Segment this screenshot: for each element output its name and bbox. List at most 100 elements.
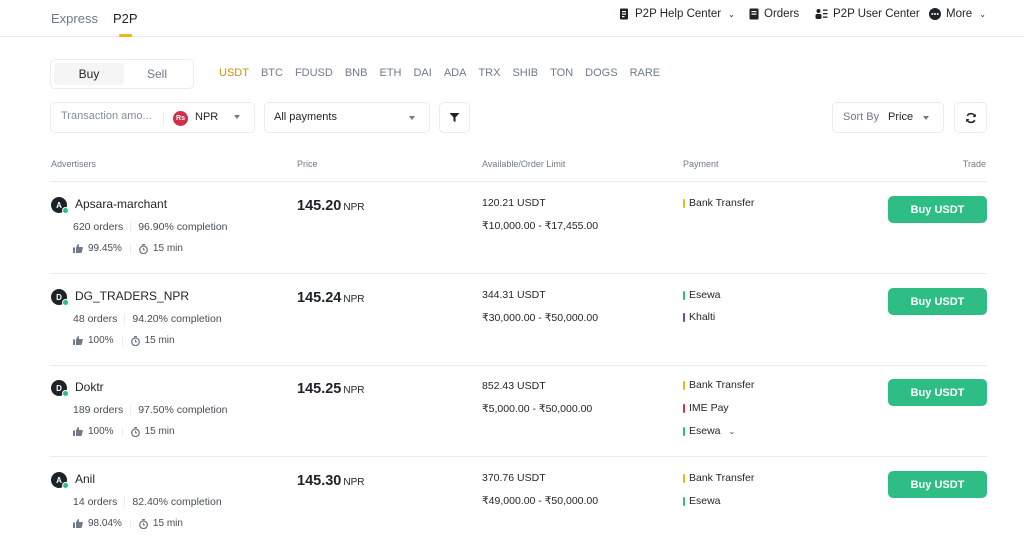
payment-filter[interactable]: All payments bbox=[264, 102, 430, 133]
refresh-button[interactable] bbox=[954, 102, 987, 133]
advertiser-meta: 99.45% 15 min bbox=[73, 243, 183, 254]
payment-method-label: Esewa bbox=[689, 495, 721, 507]
sell-button[interactable]: Sell bbox=[122, 63, 192, 85]
avg-release-time: 15 min bbox=[144, 335, 175, 346]
buy-usdt-button[interactable]: Buy USDT bbox=[888, 288, 987, 315]
completion-rate: 96.90% completion bbox=[138, 221, 228, 233]
buy-button[interactable]: Buy bbox=[54, 63, 124, 85]
timer-icon bbox=[130, 335, 140, 346]
payment-color-bar bbox=[683, 426, 685, 436]
advertiser-name[interactable]: Anil bbox=[75, 472, 95, 486]
coin-tab-eth[interactable]: ETH bbox=[379, 67, 401, 79]
order-limit: ₹5,000.00 - ₹50,000.00 bbox=[482, 403, 593, 415]
payment-color-bar bbox=[683, 496, 685, 506]
table-row: A Anil 14 orders 82.40% completion 98.04… bbox=[0, 457, 1024, 539]
price-value: 145.30 bbox=[297, 473, 342, 489]
advertiser-name[interactable]: Apsara-marchant bbox=[75, 197, 167, 211]
rating: 98.04% bbox=[88, 518, 122, 529]
coin-tab-shib[interactable]: SHIB bbox=[512, 67, 538, 79]
coin-tab-ada[interactable]: ADA bbox=[444, 67, 467, 79]
buy-usdt-button[interactable]: Buy USDT bbox=[888, 471, 987, 498]
coin-tab-ton[interactable]: TON bbox=[550, 67, 573, 79]
tab-express[interactable]: Express bbox=[51, 11, 98, 26]
coin-tab-trx[interactable]: TRX bbox=[478, 67, 500, 79]
active-tab-indicator bbox=[119, 34, 132, 37]
timer-icon bbox=[138, 518, 148, 529]
order-count: 14 orders bbox=[73, 496, 118, 508]
rating: 100% bbox=[88, 426, 114, 437]
thumbs-up-icon bbox=[73, 244, 83, 253]
thumbs-up-icon bbox=[73, 427, 83, 436]
payment-method-label: Bank Transfer bbox=[689, 379, 755, 391]
online-status-dot bbox=[62, 207, 69, 214]
divider bbox=[124, 314, 126, 324]
payment-color-bar bbox=[683, 290, 685, 300]
payment-color-bar bbox=[683, 473, 685, 483]
currency-select[interactable]: NPR bbox=[195, 111, 218, 123]
expand-payments-icon[interactable]: ⌄ bbox=[729, 427, 736, 436]
caret-down-icon[interactable] bbox=[234, 115, 240, 119]
available-amount: 344.31 USDT bbox=[482, 289, 546, 301]
buy-sell-toggle: Buy Sell bbox=[50, 59, 194, 89]
buy-usdt-button[interactable]: Buy USDT bbox=[888, 196, 987, 223]
filter-button[interactable] bbox=[439, 102, 470, 133]
top-nav: Express P2P P2P Help Center ⌄ Orders P2P… bbox=[0, 0, 1024, 37]
advertiser-meta: 100% 15 min bbox=[73, 335, 175, 346]
price-value: 145.25 bbox=[297, 381, 342, 397]
orders-link[interactable]: Orders bbox=[749, 8, 799, 20]
coin-tab-bnb[interactable]: BNB bbox=[345, 67, 368, 79]
sort-select[interactable]: Sort By Price bbox=[832, 102, 944, 133]
orders-icon bbox=[749, 8, 759, 20]
order-limit: ₹49,000.00 - ₹50,000.00 bbox=[482, 495, 599, 507]
avg-release-time: 15 min bbox=[144, 426, 175, 437]
header-advertisers: Advertisers bbox=[51, 159, 97, 169]
payment-method-label: Khalti bbox=[689, 311, 716, 323]
help-center-menu[interactable]: P2P Help Center ⌄ bbox=[619, 8, 735, 20]
price-currency: NPR bbox=[343, 477, 365, 488]
divider bbox=[129, 518, 131, 529]
chevron-down-icon: ⌄ bbox=[979, 9, 986, 19]
refresh-icon bbox=[965, 112, 976, 123]
payment-method: Bank Transfer bbox=[683, 379, 754, 391]
advertiser-meta: 98.04% 15 min bbox=[73, 518, 183, 529]
tab-p2p[interactable]: P2P bbox=[113, 11, 138, 26]
caret-down-icon bbox=[923, 116, 929, 120]
thumbs-up-icon bbox=[73, 519, 83, 528]
price: 145.20 NPR bbox=[297, 198, 364, 214]
coin-tab-dai[interactable]: DAI bbox=[413, 67, 431, 79]
payment-color-bar bbox=[683, 198, 685, 208]
amount-input[interactable] bbox=[61, 110, 157, 122]
advertiser-name[interactable]: Doktr bbox=[75, 380, 104, 394]
coin-tab-rare[interactable]: RARE bbox=[630, 67, 661, 79]
coin-tab-dogs[interactable]: DOGS bbox=[585, 67, 617, 79]
buy-usdt-button[interactable]: Buy USDT bbox=[888, 379, 987, 406]
price: 145.25 NPR bbox=[297, 381, 364, 397]
more-menu[interactable]: More ⌄ bbox=[929, 8, 986, 20]
thumbs-up-icon bbox=[73, 336, 83, 345]
advertiser-stats: 620 orders 96.90% completion bbox=[73, 221, 228, 233]
coin-tab-fdusd[interactable]: FDUSD bbox=[295, 67, 333, 79]
advertiser-stats: 189 orders 97.50% completion bbox=[73, 404, 228, 416]
payment-method-label: Bank Transfer bbox=[689, 197, 755, 209]
divider bbox=[124, 497, 126, 507]
payment-method: Bank Transfer bbox=[683, 197, 754, 209]
completion-rate: 94.20% completion bbox=[132, 313, 222, 325]
order-limit: ₹10,000.00 - ₹17,455.00 bbox=[482, 220, 599, 232]
price-currency: NPR bbox=[343, 294, 365, 305]
advertiser-stats: 14 orders 82.40% completion bbox=[73, 496, 222, 508]
timer-icon bbox=[138, 243, 148, 254]
coin-tab-usdt[interactable]: USDT bbox=[219, 67, 249, 79]
divider bbox=[130, 405, 132, 415]
advertiser-name[interactable]: DG_TRADERS_NPR bbox=[75, 289, 189, 303]
timer-icon bbox=[130, 426, 140, 437]
rating: 100% bbox=[88, 335, 114, 346]
payment-method: Esewa bbox=[683, 289, 721, 301]
payment-filter-label: All payments bbox=[274, 111, 337, 123]
coin-tab-btc[interactable]: BTC bbox=[261, 67, 283, 79]
price-currency: NPR bbox=[343, 385, 365, 396]
orders-label: Orders bbox=[764, 8, 800, 20]
user-center-link[interactable]: P2P User Center bbox=[815, 8, 920, 20]
order-limit: ₹30,000.00 - ₹50,000.00 bbox=[482, 312, 599, 324]
header-price: Price bbox=[297, 159, 318, 169]
sort-value: Price bbox=[888, 111, 914, 123]
